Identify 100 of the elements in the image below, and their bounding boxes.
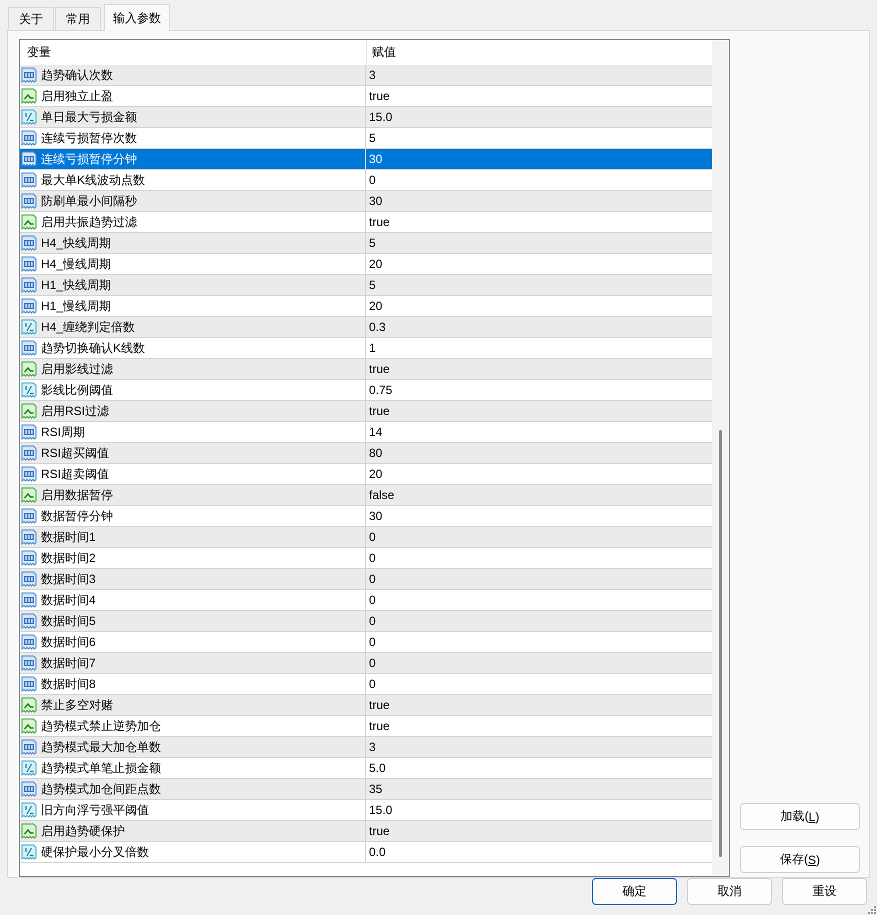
parameter-value: true — [369, 215, 390, 229]
table-row[interactable]: 禁止多空对赌 true — [20, 695, 712, 716]
table-row[interactable]: 数据时间5 0 — [20, 611, 712, 632]
parameter-value: 0.75 — [369, 383, 392, 397]
parameter-name: 趋势模式加仓间距点数 — [41, 780, 161, 798]
table-row[interactable]: RSI超卖阈值 20 — [20, 464, 712, 485]
tab[interactable]: 输入参数 — [104, 4, 170, 31]
parameter-name: 连续亏损暂停次数 — [41, 130, 137, 146]
table-row[interactable]: 最大单K线波动点数 0 — [20, 170, 712, 191]
tab[interactable]: 常用 — [55, 7, 101, 30]
table-row[interactable]: H1_快线周期 5 — [20, 275, 712, 296]
fraction-icon — [21, 760, 37, 776]
line-chart-icon — [21, 88, 37, 104]
parameter-value: 30 — [369, 194, 382, 208]
parameter-value: 0 — [369, 614, 376, 628]
parameter-value: 5.0 — [369, 761, 386, 775]
table-row[interactable]: 启用影线过滤 true — [20, 359, 712, 380]
table-row[interactable]: 硬保护最小分叉倍数 0.0 — [20, 842, 712, 863]
parameter-name: H1_快线周期 — [41, 276, 112, 294]
table-row[interactable]: 数据时间2 0 — [20, 548, 712, 569]
parameter-value: 35 — [369, 782, 382, 796]
parameter-name: 最大单K线波动点数 — [41, 172, 146, 188]
table-row[interactable]: 趋势模式禁止逆势加仓 true — [20, 716, 712, 737]
line-chart-icon — [21, 214, 37, 230]
table-row[interactable]: 趋势切换确认K线数 1 — [20, 338, 712, 359]
parameter-name: 趋势模式单笔止损金额 — [41, 760, 161, 776]
table-row[interactable]: H1_慢线周期 20 — [20, 296, 712, 317]
table-row[interactable]: 数据时间7 0 — [20, 653, 712, 674]
table-row[interactable]: 趋势模式单笔止损金额 5.0 — [20, 758, 712, 779]
table-row[interactable]: 影线比例阈值 0.75 — [20, 380, 712, 401]
parameter-name: 启用共振趋势过滤 — [41, 214, 137, 230]
parameter-value: 0.0 — [369, 845, 386, 859]
parameter-value: true — [369, 404, 390, 418]
parameter-value: 20 — [369, 257, 382, 271]
table-row[interactable]: RSI超买阈值 80 — [20, 443, 712, 464]
parameter-name: 趋势确认次数 — [41, 66, 113, 84]
parameter-value: 0 — [369, 572, 376, 586]
parameter-name: H1_慢线周期 — [41, 298, 112, 314]
parameter-name: 启用独立止盈 — [41, 88, 113, 104]
table-row[interactable]: 单日最大亏损金额 15.0 — [20, 107, 712, 128]
parameter-name: H4_缠绕判定倍数 — [41, 318, 136, 336]
table-row[interactable]: 防刷单最小间隔秒 30 — [20, 191, 712, 212]
scrollbar-thumb[interactable] — [719, 430, 722, 857]
table-row[interactable]: H4_快线周期 5 — [20, 233, 712, 254]
parameter-name: 数据时间6 — [41, 634, 96, 650]
table-row[interactable]: 数据时间8 0 — [20, 674, 712, 695]
side-button[interactable]: 加载(L) — [740, 803, 860, 830]
parameter-name: 数据时间5 — [41, 612, 96, 630]
parameter-name: 数据时间8 — [41, 676, 96, 692]
fraction-icon — [21, 109, 37, 125]
scrollbar[interactable] — [712, 40, 729, 876]
table-row[interactable]: H4_缠绕判定倍数 0.3 — [20, 317, 712, 338]
parameter-value: false — [369, 488, 394, 502]
parameter-value: 5 — [369, 278, 376, 292]
parameter-name: 启用RSI过滤 — [41, 402, 110, 420]
parameter-name: H4_快线周期 — [41, 234, 112, 252]
dialog-button[interactable]: 重设 — [782, 878, 867, 905]
resize-grip-icon[interactable] — [868, 906, 876, 914]
tab[interactable]: 关于 — [8, 7, 54, 30]
parameter-name: 禁止多空对赌 — [41, 696, 113, 714]
table-row[interactable]: 连续亏损暂停分钟 30 — [20, 149, 712, 170]
table-row[interactable]: 连续亏损暂停次数 5 — [20, 128, 712, 149]
parameter-name: 数据暂停分钟 — [41, 508, 113, 524]
parameter-name: 趋势模式禁止逆势加仓 — [41, 718, 161, 734]
line-chart-icon — [21, 361, 37, 377]
table-row[interactable]: 启用RSI过滤 true — [20, 401, 712, 422]
fraction-icon — [21, 802, 37, 818]
parameter-value: 0 — [369, 656, 376, 670]
table-row[interactable]: 启用数据暂停 false — [20, 485, 712, 506]
parameter-value: true — [369, 719, 390, 733]
parameter-name: 连续亏损暂停分钟 — [41, 150, 137, 168]
parameter-value: 14 — [369, 425, 382, 439]
parameter-value: 30 — [369, 152, 382, 166]
line-chart-icon — [21, 697, 37, 713]
table-row[interactable]: 数据时间4 0 — [20, 590, 712, 611]
table-row[interactable]: 趋势模式加仓间距点数 35 — [20, 779, 712, 800]
parameter-name: 单日最大亏损金额 — [41, 108, 137, 126]
dialog-button[interactable]: 取消 — [687, 878, 772, 905]
table-row[interactable]: 数据时间6 0 — [20, 632, 712, 653]
table-row[interactable]: 趋势确认次数 3 — [20, 65, 712, 86]
table-row[interactable]: RSI周期 14 — [20, 422, 712, 443]
parameter-value: 3 — [369, 68, 376, 82]
table-row[interactable]: 启用共振趋势过滤 true — [20, 212, 712, 233]
parameter-name: 数据时间4 — [41, 592, 96, 608]
parameter-name: H4_慢线周期 — [41, 256, 112, 272]
table-row[interactable]: 数据时间1 0 — [20, 527, 712, 548]
parameter-name: RSI超买阈值 — [41, 444, 110, 462]
parameter-value: 80 — [369, 446, 382, 460]
table-row[interactable]: 数据暂停分钟 30 — [20, 506, 712, 527]
table-row[interactable]: H4_慢线周期 20 — [20, 254, 712, 275]
parameter-name: 数据时间3 — [41, 570, 96, 588]
side-button[interactable]: 保存(S) — [740, 846, 860, 873]
table-row[interactable]: 旧方向浮亏强平阈值 15.0 — [20, 800, 712, 821]
table-row[interactable]: 启用独立止盈 true — [20, 86, 712, 107]
dialog-button[interactable]: 确定 — [592, 878, 677, 905]
parameter-name: 数据时间1 — [41, 528, 96, 546]
table-row[interactable]: 启用趋势硬保护 true — [20, 821, 712, 842]
parameter-value: true — [369, 824, 390, 838]
table-row[interactable]: 趋势模式最大加仓单数 3 — [20, 737, 712, 758]
table-row[interactable]: 数据时间3 0 — [20, 569, 712, 590]
